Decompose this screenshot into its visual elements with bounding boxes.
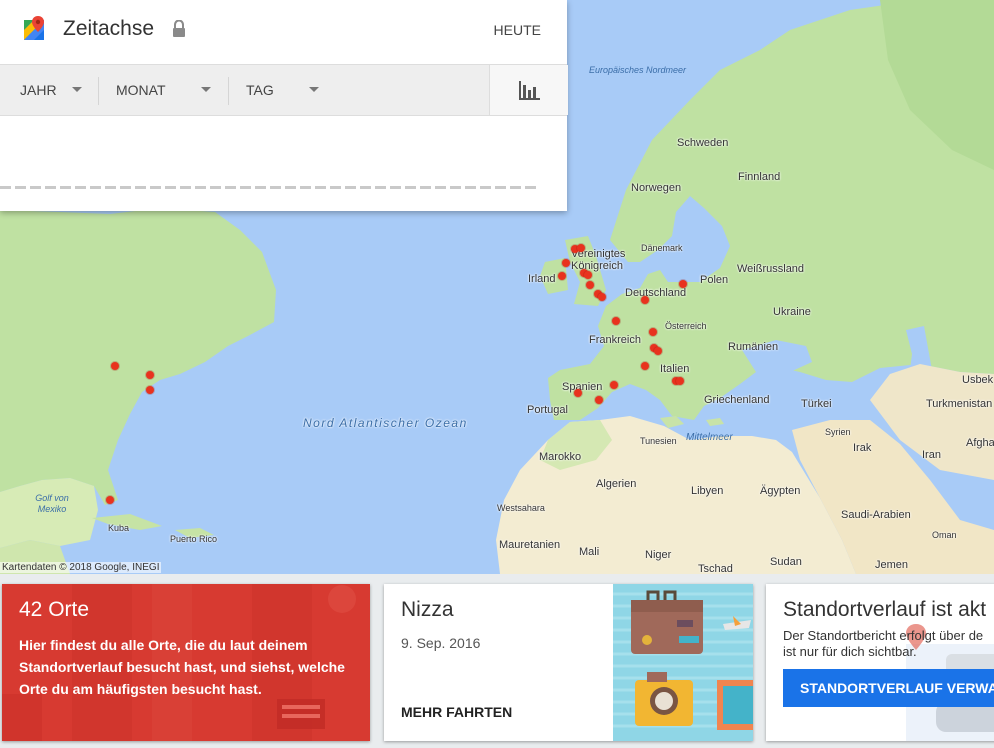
map-label-marokko: Marokko bbox=[539, 451, 582, 463]
travel-illustration bbox=[613, 584, 753, 741]
map-pin-icon[interactable] bbox=[577, 244, 585, 252]
map-label-deutschland: Deutschland bbox=[625, 287, 687, 299]
map-pin-icon[interactable] bbox=[676, 377, 684, 385]
map-label-finnland: Finnland bbox=[738, 171, 781, 183]
location-history-title: Standortverlauf ist akt bbox=[783, 598, 987, 621]
map-label-oesterreich: Österreich bbox=[665, 321, 707, 331]
map-label-sudan: Sudan bbox=[770, 556, 802, 568]
date-filter-bar: JAHR MONAT TAG bbox=[0, 64, 568, 116]
day-dropdown[interactable]: TAG bbox=[229, 65, 339, 115]
trip-card[interactable]: Nizza 9. Sep. 2016 MEHR FAHRTEN bbox=[384, 584, 753, 741]
map-pin-icon[interactable] bbox=[111, 362, 119, 370]
map-pin-icon[interactable] bbox=[649, 328, 657, 336]
map-label-portugal: Portugal bbox=[527, 404, 568, 416]
map-label-weissrussland: Weißrussland bbox=[737, 263, 805, 275]
month-dropdown[interactable]: MONAT bbox=[99, 65, 227, 115]
map-pin-icon[interactable] bbox=[574, 389, 582, 397]
map-label-griechenland: Griechenland bbox=[704, 394, 770, 406]
location-history-description: Der Standortbericht erfolgt über de ist … bbox=[783, 628, 994, 660]
map-pin-icon[interactable] bbox=[106, 496, 114, 504]
map-label-nord-atlantischer-ozean: Nord Atlantischer Ozean bbox=[303, 416, 468, 430]
lock-icon bbox=[173, 20, 185, 37]
chevron-down-icon bbox=[309, 87, 319, 92]
map-label-spanien: Spanien bbox=[562, 381, 603, 393]
location-history-description-line: ist nur für dich sichtbar. bbox=[783, 644, 917, 659]
map-label-afgha: Afgha bbox=[966, 437, 994, 449]
map-pin-icon[interactable] bbox=[610, 381, 618, 389]
summary-cards: 42 Orte Hier findest du alle Orte, die d… bbox=[0, 574, 994, 748]
map-label-daenemark: Dänemark bbox=[641, 243, 683, 253]
timeline-panel: Zeitachse HEUTE JAHR MONAT TAG bbox=[0, 0, 568, 211]
trip-date: 9. Sep. 2016 bbox=[401, 635, 481, 651]
map-label-algerien: Algerien bbox=[596, 478, 637, 490]
today-button[interactable]: HEUTE bbox=[494, 22, 541, 38]
map-pin-icon[interactable] bbox=[654, 347, 662, 355]
map-label-schweden: Schweden bbox=[677, 137, 729, 149]
trip-city: Nizza bbox=[401, 598, 454, 621]
map-label-oman: Oman bbox=[932, 530, 957, 540]
map-label-mali: Mali bbox=[579, 546, 600, 558]
map-label-turkmenistan: Turkmenistan bbox=[926, 398, 993, 410]
map-label-mittelmeer: Mittelmeer bbox=[686, 432, 733, 443]
map-label-tuerkei: Türkei bbox=[801, 398, 832, 410]
map-label-usbek: Usbek bbox=[962, 374, 994, 386]
map-pin-icon[interactable] bbox=[558, 272, 566, 280]
map-label-mauretanien: Mauretanien bbox=[499, 539, 561, 551]
map-pin-icon[interactable] bbox=[584, 271, 592, 279]
chevron-down-icon bbox=[72, 87, 82, 92]
map-pin-icon[interactable] bbox=[598, 293, 606, 301]
map-label-irland: Irland bbox=[528, 273, 556, 285]
year-dropdown[interactable]: JAHR bbox=[0, 65, 97, 115]
page-title: Zeitachse bbox=[63, 17, 155, 40]
map-label-italien: Italien bbox=[660, 363, 690, 375]
map-label-puerto-rico: Puerto Rico bbox=[170, 534, 218, 544]
map-pin-icon[interactable] bbox=[641, 362, 649, 370]
places-count: 42 Orte bbox=[19, 598, 90, 621]
map-label-frankreich: Frankreich bbox=[589, 334, 641, 346]
month-dropdown-label: MONAT bbox=[116, 82, 166, 98]
map-label-libyen: Libyen bbox=[691, 485, 724, 497]
map-label-aegypten: Ägypten bbox=[760, 485, 801, 497]
map-label-jemen: Jemen bbox=[875, 559, 909, 571]
map-label-tunesien: Tunesien bbox=[640, 436, 677, 446]
places-description: Hier findest du alle Orte, die du laut d… bbox=[19, 637, 345, 697]
map-pin-icon[interactable] bbox=[612, 317, 620, 325]
more-trips-button[interactable]: MEHR FAHRTEN bbox=[401, 704, 512, 720]
chevron-down-icon bbox=[201, 87, 211, 92]
panel-header: Zeitachse HEUTE bbox=[0, 0, 567, 64]
bar-chart-icon bbox=[519, 81, 540, 100]
manage-location-history-button[interactable]: STANDORTVERLAUF VERWA bbox=[783, 669, 994, 707]
location-history-card[interactable]: Standortverlauf ist akt Der Standortberi… bbox=[766, 584, 994, 741]
year-dropdown-label: JAHR bbox=[20, 82, 57, 98]
map-label-tschad: Tschad bbox=[698, 563, 733, 574]
map-label-kuba: Kuba bbox=[108, 523, 130, 533]
map-pin-icon[interactable] bbox=[595, 396, 603, 404]
statistics-button[interactable] bbox=[489, 65, 568, 115]
map-label-golf-von-mexiko: Golf von Mexiko bbox=[35, 493, 69, 514]
map-attribution: Kartendaten © 2018 Google, INEGI bbox=[0, 562, 162, 573]
map-label-rumaenien: Rumänien bbox=[728, 341, 779, 353]
map-pin-icon[interactable] bbox=[586, 281, 594, 289]
map-pin-icon[interactable] bbox=[562, 259, 570, 267]
map-pin-icon[interactable] bbox=[146, 371, 154, 379]
google-maps-logo-icon bbox=[24, 16, 44, 40]
map-pin-icon[interactable] bbox=[641, 296, 649, 304]
places-card[interactable]: 42 Orte Hier findest du alle Orte, die d… bbox=[2, 584, 370, 741]
map-label-westsahara: Westsahara bbox=[497, 503, 545, 513]
map-label-irak: Irak bbox=[853, 442, 872, 454]
map-label-europaeisches-nordmeer: Europäisches Nordmeer bbox=[589, 65, 687, 75]
timeline-placeholder bbox=[0, 186, 540, 189]
map-label-syrien: Syrien bbox=[825, 427, 851, 437]
day-dropdown-label: TAG bbox=[246, 82, 274, 98]
map-pin-icon[interactable] bbox=[679, 280, 687, 288]
map-label-ukraine: Ukraine bbox=[773, 306, 811, 318]
map-pin-icon[interactable] bbox=[146, 386, 154, 394]
map-label-niger: Niger bbox=[645, 549, 672, 561]
map-label-saudi-arabien: Saudi-Arabien bbox=[841, 509, 911, 521]
map-label-polen: Polen bbox=[700, 274, 729, 286]
location-history-description-line: Der Standortbericht erfolgt über de bbox=[783, 628, 984, 643]
map-label-iran: Iran bbox=[922, 449, 941, 461]
map-label-norwegen: Norwegen bbox=[631, 182, 682, 194]
